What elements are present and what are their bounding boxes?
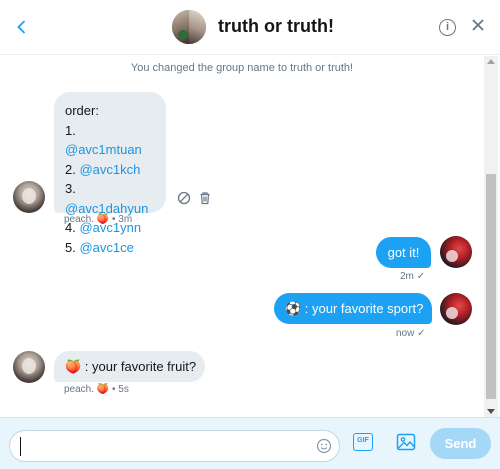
message-bubble: order: 1. @avc1mtuan 2. @avc1kch 3. @avc… (54, 92, 166, 255)
avatar[interactable] (440, 236, 472, 268)
emoji-button[interactable] (316, 438, 332, 454)
trash-icon[interactable] (198, 191, 212, 205)
chevron-left-icon (17, 20, 26, 34)
close-icon (472, 19, 484, 31)
avatar[interactable] (13, 181, 45, 213)
message-bubble: got it! (376, 237, 431, 268)
mention-link[interactable]: @avc1mtuan (65, 142, 142, 157)
message-line: 1. @avc1mtuan (65, 122, 142, 158)
message-meta: now ✓ (396, 328, 426, 339)
conversation-title[interactable]: truth or truth! (218, 16, 334, 37)
message-line: order: (65, 103, 99, 118)
info-icon: i (445, 21, 450, 33)
message-input-container[interactable] (9, 430, 340, 462)
mention-link[interactable]: @avc1kch (79, 162, 140, 177)
message-bubble: ⚽ : your favorite sport? (274, 293, 432, 324)
image-icon (396, 433, 416, 451)
group-avatar[interactable] (172, 10, 206, 44)
info-button[interactable]: i (439, 19, 456, 36)
mention-link[interactable]: @avc1ce (79, 240, 133, 255)
scroll-up-arrow-icon[interactable] (487, 59, 495, 64)
sent-check-icon: ✓ (417, 328, 426, 339)
message-meta: peach. 🍑 • 3m (64, 214, 133, 225)
message-composer (0, 417, 500, 469)
media-button[interactable] (396, 433, 416, 451)
send-button[interactable]: Send (430, 428, 491, 459)
message-meta: 2m ✓ (400, 271, 426, 282)
close-button[interactable] (469, 16, 487, 36)
message-line: 3. @avc1dahyun (65, 181, 149, 216)
avatar[interactable] (13, 351, 45, 383)
message-line: 2. @avc1kch (65, 161, 141, 177)
scroll-down-arrow-icon[interactable] (487, 409, 495, 414)
scrollbar[interactable] (484, 56, 498, 417)
message-bubble: 🍑 : your favorite fruit? (54, 351, 205, 382)
conversation-header: truth or truth! i (0, 0, 500, 55)
avatar[interactable] (440, 293, 472, 325)
sent-check-icon: ✓ (416, 271, 426, 282)
text-cursor (20, 437, 21, 456)
back-button[interactable] (12, 17, 32, 37)
scrollbar-thumb[interactable] (486, 174, 496, 399)
gif-button[interactable]: GIF (353, 433, 373, 451)
system-message: You changed the group name to truth or t… (130, 62, 354, 74)
message-line: 5. @avc1ce (65, 239, 134, 255)
block-icon[interactable] (177, 191, 191, 205)
smiley-icon (316, 438, 332, 454)
message-input[interactable] (18, 436, 308, 458)
message-meta: peach. 🍑 • 5s (64, 384, 129, 395)
